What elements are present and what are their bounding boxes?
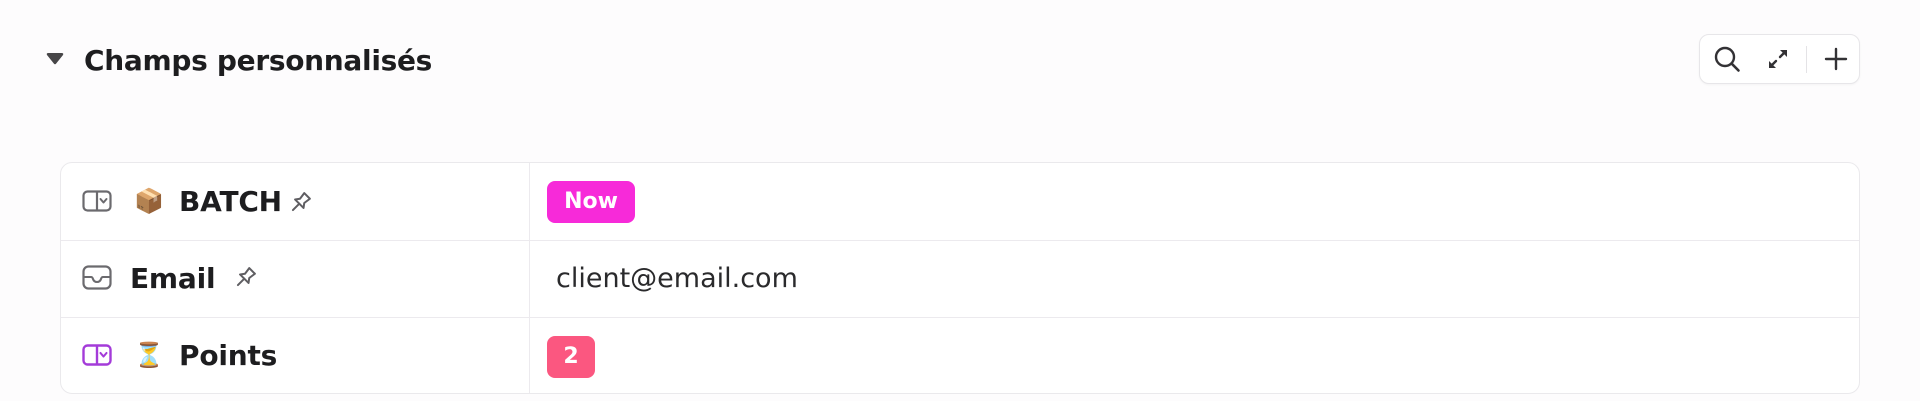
search-button[interactable]: [1700, 35, 1754, 83]
section-title: Champs personnalisés: [84, 44, 433, 77]
expand-button[interactable]: [1754, 35, 1802, 83]
email-value[interactable]: client@email.com: [556, 261, 798, 297]
tag-badge-now[interactable]: Now: [547, 181, 635, 223]
pin-icon[interactable]: [287, 190, 313, 216]
field-emoji: 📦: [134, 187, 164, 215]
plus-icon: [1824, 47, 1848, 71]
caret-down-icon[interactable]: [44, 50, 66, 68]
section-header: Champs personnalisés: [0, 0, 1920, 120]
field-name-points: Points: [179, 339, 278, 372]
search-icon: [1714, 46, 1740, 72]
field-emoji: ⏳: [134, 341, 164, 369]
custom-fields-panel: Champs personnalisés 📦 BATCH Now Email c…: [0, 0, 1920, 401]
field-row-points: ⏳ Points 2: [61, 318, 1859, 393]
field-name-batch: BATCH: [179, 185, 282, 218]
add-field-button[interactable]: [1812, 35, 1860, 83]
custom-fields-table: 📦 BATCH Now Email client@email.com ⏳ Poi…: [60, 162, 1860, 394]
field-name-email: Email: [130, 262, 216, 295]
field-row-batch: 📦 BATCH Now: [61, 163, 1859, 241]
tag-badge-points[interactable]: 2: [547, 336, 595, 378]
toolbar-divider: [1806, 46, 1807, 73]
section-toolbar: [1699, 34, 1860, 84]
expand-icon: [1769, 50, 1787, 68]
pin-icon[interactable]: [232, 265, 258, 291]
field-value-cell[interactable]: [530, 318, 1859, 393]
dropdown-field-icon[interactable]: [82, 344, 112, 366]
field-row-email: Email client@email.com: [61, 241, 1859, 318]
dropdown-field-icon[interactable]: [82, 190, 112, 212]
email-field-icon[interactable]: [82, 265, 112, 291]
field-value-cell[interactable]: [530, 163, 1859, 240]
